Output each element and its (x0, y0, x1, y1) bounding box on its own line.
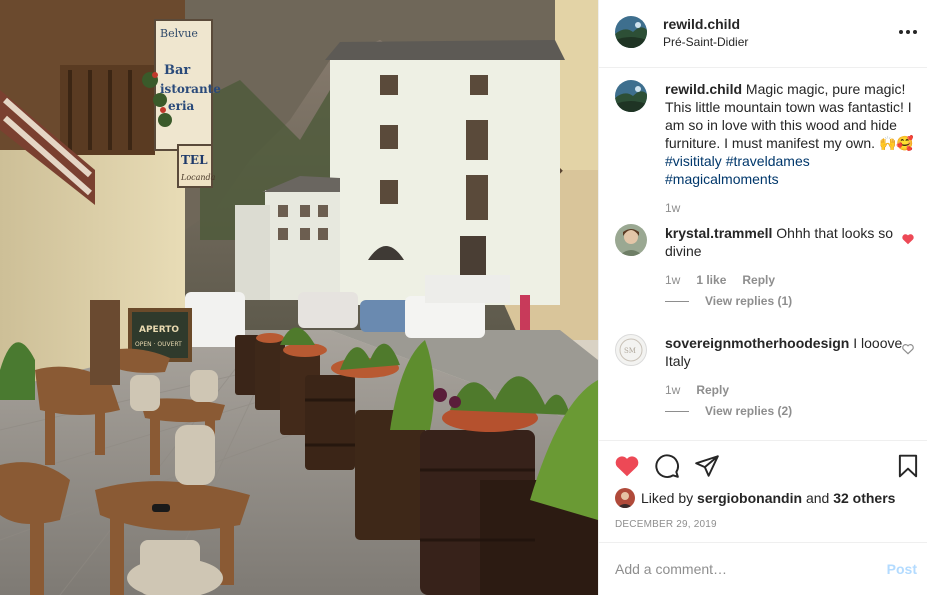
sign-aperto-sub: OPEN · OUVERT (135, 341, 182, 348)
action-bar: Liked by sergiobonandin and 32 others DE… (599, 440, 927, 542)
comment-text: sovereignmotherhoodesign I looove Italy (665, 334, 905, 370)
heart-icon[interactable] (901, 232, 915, 246)
caption-avatar[interactable] (615, 80, 647, 112)
sign-belvue: Belvue (160, 27, 198, 40)
comment-icon[interactable] (654, 453, 680, 479)
post-comment-button[interactable]: Post (887, 561, 917, 577)
caption-meta: 1w (665, 201, 680, 215)
sign-aperto: APERTO (139, 325, 179, 335)
bookmark-icon[interactable] (895, 453, 921, 479)
sign-hotel: TEL (181, 153, 208, 167)
caption-age[interactable]: 1w (665, 201, 680, 215)
likes-summary: Liked by sergiobonandin and 32 others (615, 488, 895, 508)
view-replies-button[interactable]: View replies (1) (665, 294, 792, 308)
comment-meta: 1w 1 like Reply (665, 273, 775, 287)
comment-item: SM sovereignmotherhoodesign I looove Ita… (615, 334, 915, 424)
comment-text: krystal.trammell Ohhh that looks so divi… (665, 224, 905, 260)
add-comment-bar: Post (599, 542, 927, 595)
reply-button[interactable]: Reply (742, 273, 775, 287)
commenter-avatar[interactable] (615, 224, 647, 256)
post-location[interactable]: Pré-Saint-Didier (663, 35, 748, 49)
replies-divider (665, 410, 689, 412)
view-replies-label: View replies (1) (705, 294, 793, 308)
comment-meta: 1w Reply (665, 383, 729, 397)
caption-text: rewild.child Magic magic, pure magic! Th… (665, 80, 917, 188)
likes-others-link[interactable]: 32 others (833, 490, 895, 506)
share-icon[interactable] (694, 453, 720, 479)
more-horizontal-icon (899, 30, 917, 34)
comment-age[interactable]: 1w (665, 273, 680, 287)
post-header: rewild.child Pré-Saint-Didier (599, 0, 927, 68)
hashtag-link[interactable]: #traveldames (726, 153, 810, 169)
likes-joiner: and (805, 490, 830, 506)
post-side-panel: rewild.child Pré-Saint-Didier rewild.chi… (598, 0, 927, 595)
reply-button[interactable]: Reply (696, 383, 729, 397)
view-replies-label: View replies (2) (705, 404, 793, 418)
heart-icon[interactable] (614, 453, 640, 479)
comments-section[interactable]: rewild.child Magic magic, pure magic! Th… (599, 68, 927, 440)
caption-username[interactable]: rewild.child (665, 81, 742, 97)
more-options-button[interactable] (898, 22, 918, 42)
author-username[interactable]: rewild.child (663, 16, 740, 32)
photo-illustration: Belvue Bar istorante eria TEL Locanda AP… (0, 0, 598, 595)
view-replies-button[interactable]: View replies (2) (665, 404, 792, 418)
comment-username[interactable]: krystal.trammell (665, 225, 772, 241)
author-avatar[interactable] (615, 16, 647, 48)
comment-item: krystal.trammell Ohhh that looks so divi… (615, 224, 915, 314)
comment-age[interactable]: 1w (665, 383, 680, 397)
comment-input[interactable] (615, 558, 875, 580)
caption: rewild.child Magic magic, pure magic! Th… (615, 80, 915, 220)
heart-outline-icon[interactable] (901, 342, 915, 356)
liker-username[interactable]: sergiobonandin (697, 490, 802, 506)
sign-ristorante: istorante (160, 82, 221, 96)
sign-pizzeria: eria (168, 99, 195, 113)
likes-prefix: Liked by (641, 490, 694, 506)
svg-text:SM: SM (624, 347, 636, 355)
replies-divider (665, 300, 689, 302)
commenter-avatar[interactable]: SM (615, 334, 647, 366)
comment-likes[interactable]: 1 like (696, 273, 726, 287)
hashtag-link[interactable]: #magicalmoments (665, 171, 779, 187)
comment-username[interactable]: sovereignmotherhoodesign (665, 335, 849, 351)
liker-avatar[interactable] (615, 488, 635, 508)
sign-bar: Bar (164, 63, 190, 78)
post-date[interactable]: DECEMBER 29, 2019 (615, 519, 717, 530)
post-photo[interactable]: Belvue Bar istorante eria TEL Locanda AP… (0, 0, 598, 595)
hashtag-link[interactable]: #visititaly (665, 153, 722, 169)
sign-locanda: Locanda (180, 173, 216, 182)
